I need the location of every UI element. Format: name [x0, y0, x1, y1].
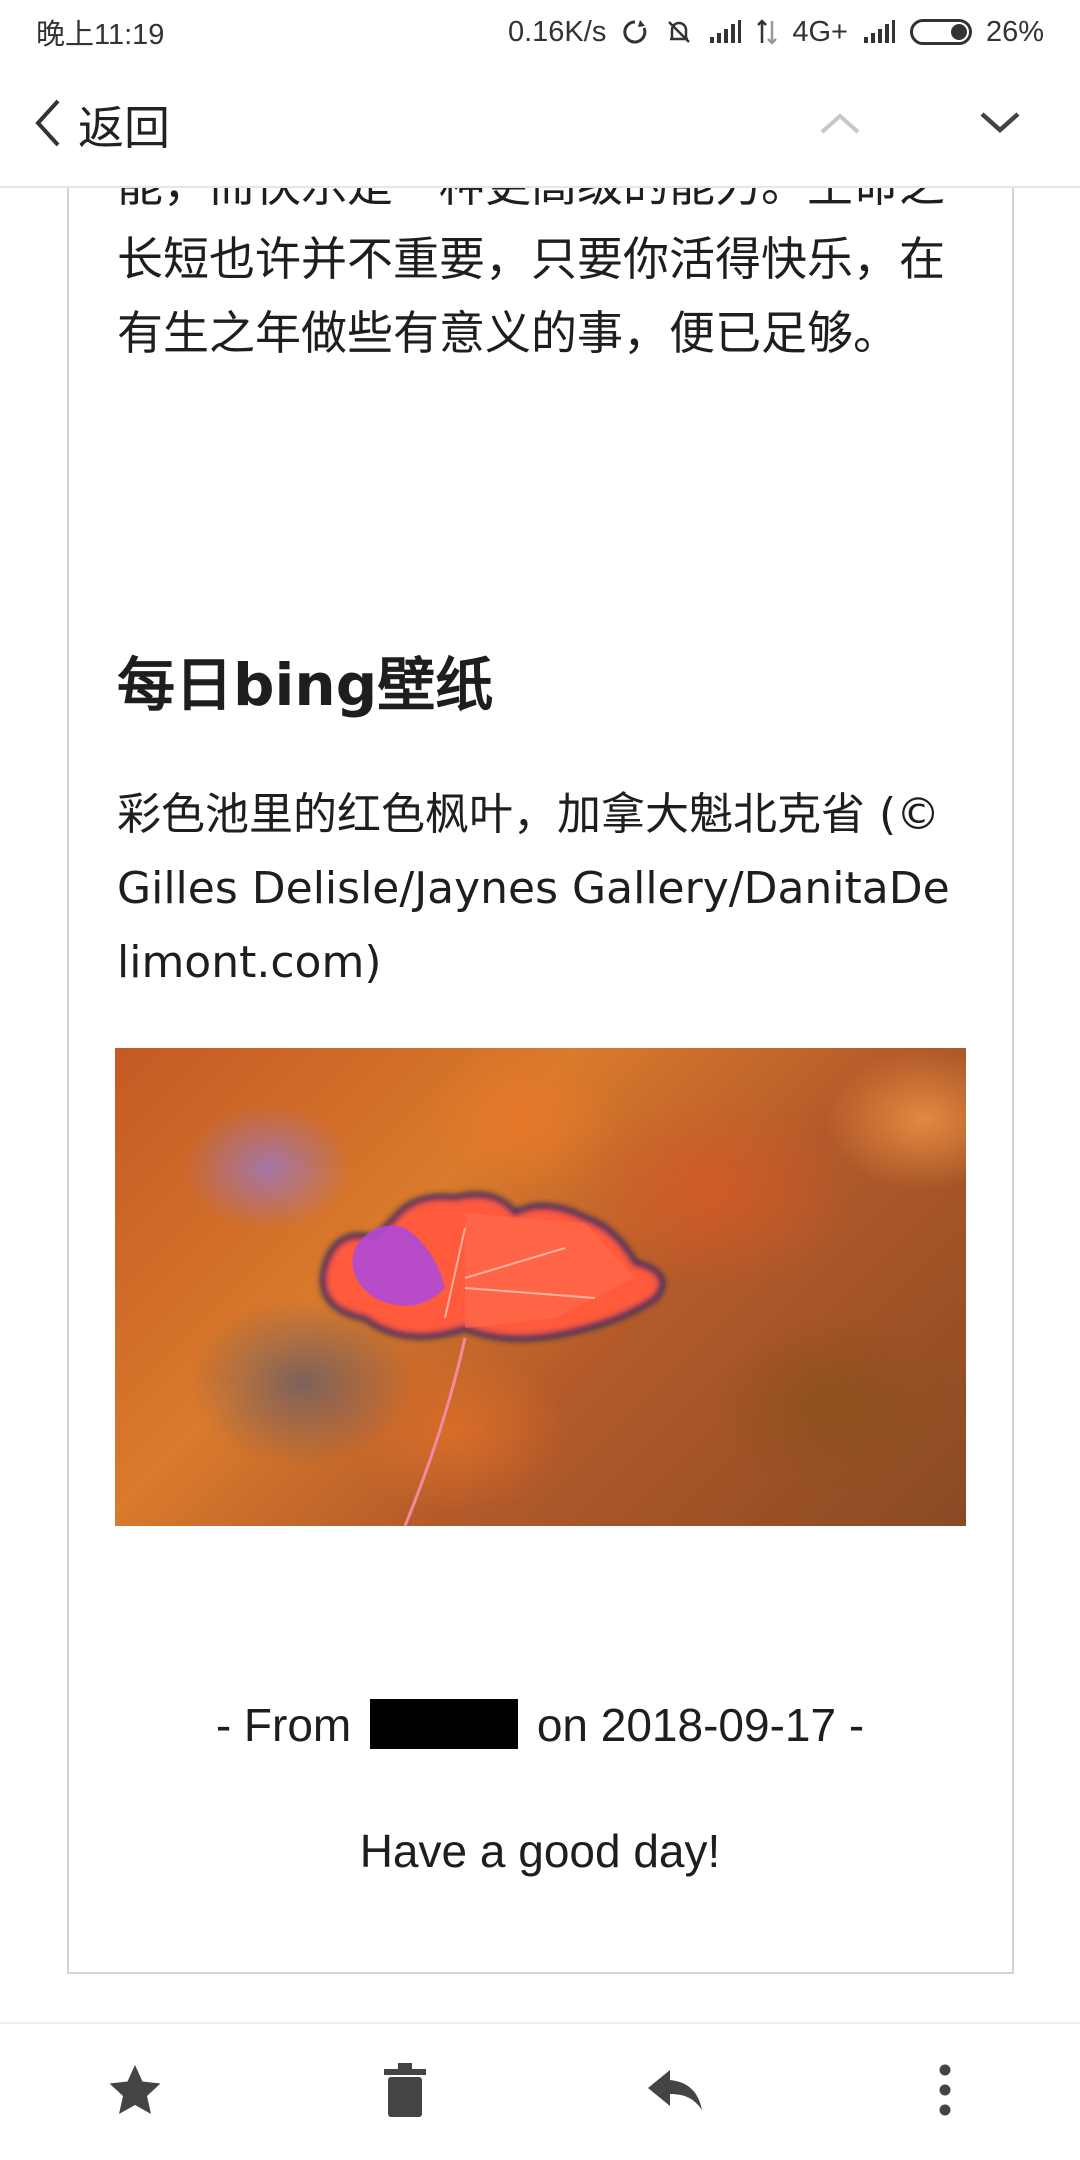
network-speed: 0.16K/s: [507, 15, 607, 48]
reply-icon: [646, 2068, 704, 2117]
delete-button[interactable]: [330, 2024, 480, 2160]
closing-text: Have a good day!: [359, 1825, 721, 1877]
redacted-sender: [370, 1699, 519, 1749]
back-button[interactable]: 返回: [0, 64, 170, 186]
image-caption: 彩色池里的红色枫叶，加拿大魁北克省 (© Gilles Delisle/Jayn…: [117, 789, 950, 988]
next-message-button[interactable]: [920, 64, 1080, 186]
battery-icon: [909, 19, 972, 45]
battery-percent: 26%: [985, 15, 1044, 48]
data-arrows-icon: [756, 17, 778, 47]
from-prefix: - From: [215, 1699, 352, 1751]
app-bar: 返回: [0, 64, 1080, 188]
status-bar: 晚上11:19 0.16K/s 4G+ 26%: [0, 0, 1080, 64]
star-icon: [107, 2063, 163, 2122]
previous-message-button[interactable]: [760, 64, 920, 186]
wallpaper-image[interactable]: [115, 1048, 966, 1526]
chevron-up-icon: [818, 110, 862, 141]
email-body-scroll[interactable]: 能，而快乐是一种更高级的能力。生命之长短也许并不重要，只要你活得快乐，在有生之年…: [0, 188, 1080, 2022]
reply-button[interactable]: [600, 2024, 750, 2160]
from-line: - From on 2018-09-17 -: [0, 1698, 1080, 1752]
status-icons: 0.16K/s 4G+ 26%: [508, 16, 1044, 49]
chevron-left-icon: [30, 95, 64, 156]
signal-icon: [708, 19, 742, 45]
section-title: 每日bing壁纸: [117, 651, 494, 719]
chevron-down-icon: [978, 110, 1022, 141]
signal-icon: [862, 19, 896, 45]
status-time: 晚上11:19: [36, 19, 165, 51]
more-vert-icon: [937, 2064, 953, 2121]
maple-leaf-illustration: [320, 1192, 665, 1526]
from-suffix: on 2018-09-17 -: [536, 1699, 865, 1751]
trash-icon: [384, 2062, 426, 2122]
back-label: 返回: [78, 102, 170, 154]
message-nav: [760, 64, 1080, 186]
mute-bell-icon: [664, 17, 694, 47]
network-type: 4G+: [792, 15, 848, 48]
bottom-action-bar: [0, 2022, 1080, 2160]
more-options-button[interactable]: [870, 2024, 1020, 2160]
sync-icon: [620, 17, 650, 47]
star-button[interactable]: [60, 2024, 210, 2160]
intro-paragraph: 能，而快乐是一种更高级的能力。生命之长短也许并不重要，只要你活得快乐，在有生之年…: [117, 188, 945, 360]
